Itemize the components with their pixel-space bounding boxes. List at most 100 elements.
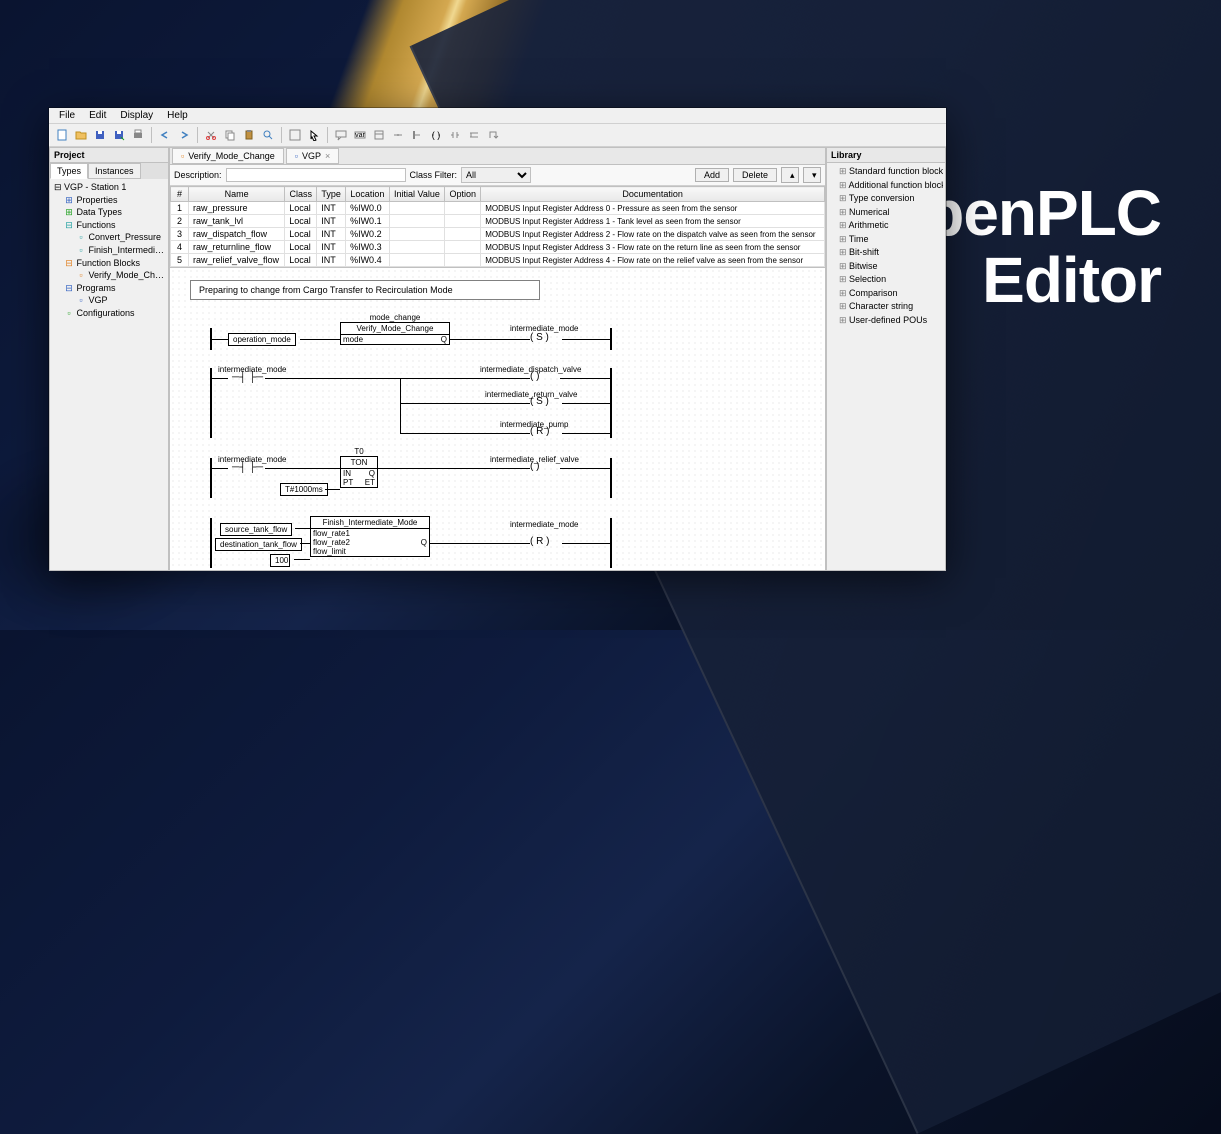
copy-icon[interactable] [221,126,239,144]
table-header[interactable]: Location [346,187,390,202]
description-bar: Description: Class Filter: All Add Delet… [170,165,825,186]
library-item[interactable]: Time [829,233,943,247]
library-item[interactable]: Standard function blocks [829,165,943,179]
comment-icon[interactable] [332,126,350,144]
table-row[interactable]: 1raw_pressureLocalINT%IW0.0MODBUS Input … [171,202,825,215]
variable-table: #NameClassTypeLocationInitial ValueOptio… [170,186,825,268]
ladder-diagram[interactable]: Preparing to change from Cargo Transfer … [170,268,825,570]
tree-item[interactable]: ▫ Verify_Mode_Change [52,269,166,282]
tree-item[interactable]: ▫ Convert_Pressure [52,231,166,244]
var-operation-mode[interactable]: operation_mode [228,333,296,346]
new-icon[interactable] [53,126,71,144]
coil-relief-valve[interactable]: ( ) [530,461,539,472]
project-tree: ⊟ VGP - Station 1 ⊞ Properties⊞ Data Typ… [50,179,168,322]
library-item[interactable]: Bitwise [829,260,943,274]
tree-item[interactable]: ▫ Configurations [52,307,166,320]
coil-return-valve-set[interactable]: ( S ) [530,396,549,407]
tree-item[interactable]: ⊟ Function Blocks [52,257,166,270]
connection-icon[interactable] [389,126,407,144]
var-source-tank-flow[interactable]: source_tank_flow [220,523,292,536]
description-label: Description: [174,170,222,180]
menu-file[interactable]: File [53,109,81,122]
library-item[interactable]: Arithmetic [829,219,943,233]
coil-pump-reset[interactable]: ( R ) [530,426,549,437]
menu-edit[interactable]: Edit [83,109,112,122]
table-header[interactable]: Type [317,187,346,202]
menu-bar: File Edit Display Help [49,108,946,124]
table-header[interactable]: Option [445,187,481,202]
table-header[interactable]: Name [189,187,285,202]
tree-item[interactable]: ▫ VGP [52,294,166,307]
contact-intermediate-mode[interactable]: ─┤ ├─ [232,372,263,383]
library-item[interactable]: Type conversion [829,192,943,206]
table-header[interactable]: Class [285,187,317,202]
tree-item[interactable]: ⊟ Functions [52,219,166,232]
saveas-icon[interactable] [110,126,128,144]
contact-icon[interactable] [446,126,464,144]
tab-instances[interactable]: Instances [88,163,141,179]
project-panel: Project Types Instances ⊟ VGP - Station … [49,147,169,571]
cut-icon[interactable] [202,126,220,144]
var-const-100[interactable]: 100 [270,554,290,567]
comment-block[interactable]: Preparing to change from Cargo Transfer … [190,280,540,300]
var-dest-tank-flow[interactable]: destination_tank_flow [215,538,302,551]
editor-tab-verify[interactable]: ▫Verify_Mode_Change [172,148,284,164]
table-row[interactable]: 2raw_tank_lvlLocalINT%IW0.1MODBUS Input … [171,215,825,228]
tree-item[interactable]: ▫ Finish_Intermediate_Mode [52,244,166,257]
library-item[interactable]: Character string [829,300,943,314]
variable-icon[interactable]: var [351,126,369,144]
library-item[interactable]: Numerical [829,206,943,220]
pointer-icon[interactable] [305,126,323,144]
library-item[interactable]: Bit-shift [829,246,943,260]
description-input[interactable] [226,168,406,182]
branch-icon[interactable] [465,126,483,144]
tree-item[interactable]: ⊟ Programs [52,282,166,295]
rail-icon[interactable] [408,126,426,144]
delete-button[interactable]: Delete [733,168,777,182]
class-filter-label: Class Filter: [410,170,458,180]
library-item[interactable]: Additional function blocks [829,179,943,193]
fullscreen-icon[interactable] [286,126,304,144]
add-button[interactable]: Add [695,168,729,182]
library-panel-title: Library [827,148,945,163]
fb-ton[interactable]: T0 TON INQ PTET [340,456,378,488]
tab-types[interactable]: Types [50,163,88,179]
library-item[interactable]: User-defined POUs [829,314,943,328]
coil-intermediate-mode-set[interactable]: ( S ) [530,332,549,343]
save-icon[interactable] [91,126,109,144]
tree-root[interactable]: ⊟ VGP - Station 1 [52,181,166,194]
block-icon[interactable] [370,126,388,144]
move-up-button[interactable]: ▴ [781,167,799,183]
contact-intermediate-mode-2[interactable]: ─┤ ├─ [232,462,263,473]
undo-icon[interactable] [156,126,174,144]
jump-icon[interactable] [484,126,502,144]
tree-item[interactable]: ⊞ Data Types [52,206,166,219]
library-item[interactable]: Selection [829,273,943,287]
open-icon[interactable] [72,126,90,144]
class-filter-select[interactable]: All [461,167,531,183]
table-header[interactable]: Initial Value [389,187,445,202]
var-timer-pt[interactable]: T#1000ms [280,483,328,496]
library-item[interactable]: Comparison [829,287,943,301]
table-row[interactable]: 3raw_dispatch_flowLocalINT%IW0.2MODBUS I… [171,228,825,241]
redo-icon[interactable] [175,126,193,144]
tree-item[interactable]: ⊞ Properties [52,194,166,207]
menu-display[interactable]: Display [114,109,159,122]
move-down-button[interactable]: ▾ [803,167,821,183]
close-icon[interactable]: × [325,151,330,161]
menu-help[interactable]: Help [161,109,194,122]
find-icon[interactable] [259,126,277,144]
toolbar: var ( ) [49,124,946,147]
editor-tab-vgp[interactable]: ▫VGP× [286,148,339,164]
fb-finish[interactable]: Finish_Intermediate_Mode flow_rate1 flow… [310,516,430,557]
coil-intermediate-mode-reset[interactable]: ( R ) [530,536,549,547]
table-row[interactable]: 4raw_returnline_flowLocalINT%IW0.3MODBUS… [171,241,825,254]
table-header[interactable]: # [171,187,189,202]
table-header[interactable]: Documentation [481,187,825,202]
paste-icon[interactable] [240,126,258,144]
coil-icon[interactable]: ( ) [427,126,445,144]
fb-mode-change[interactable]: mode_change Verify_Mode_Change modeQ [340,322,450,345]
coil-dispatch-valve[interactable]: ( ) [530,371,539,382]
table-row[interactable]: 5raw_relief_valve_flowLocalINT%IW0.4MODB… [171,254,825,267]
print-icon[interactable] [129,126,147,144]
